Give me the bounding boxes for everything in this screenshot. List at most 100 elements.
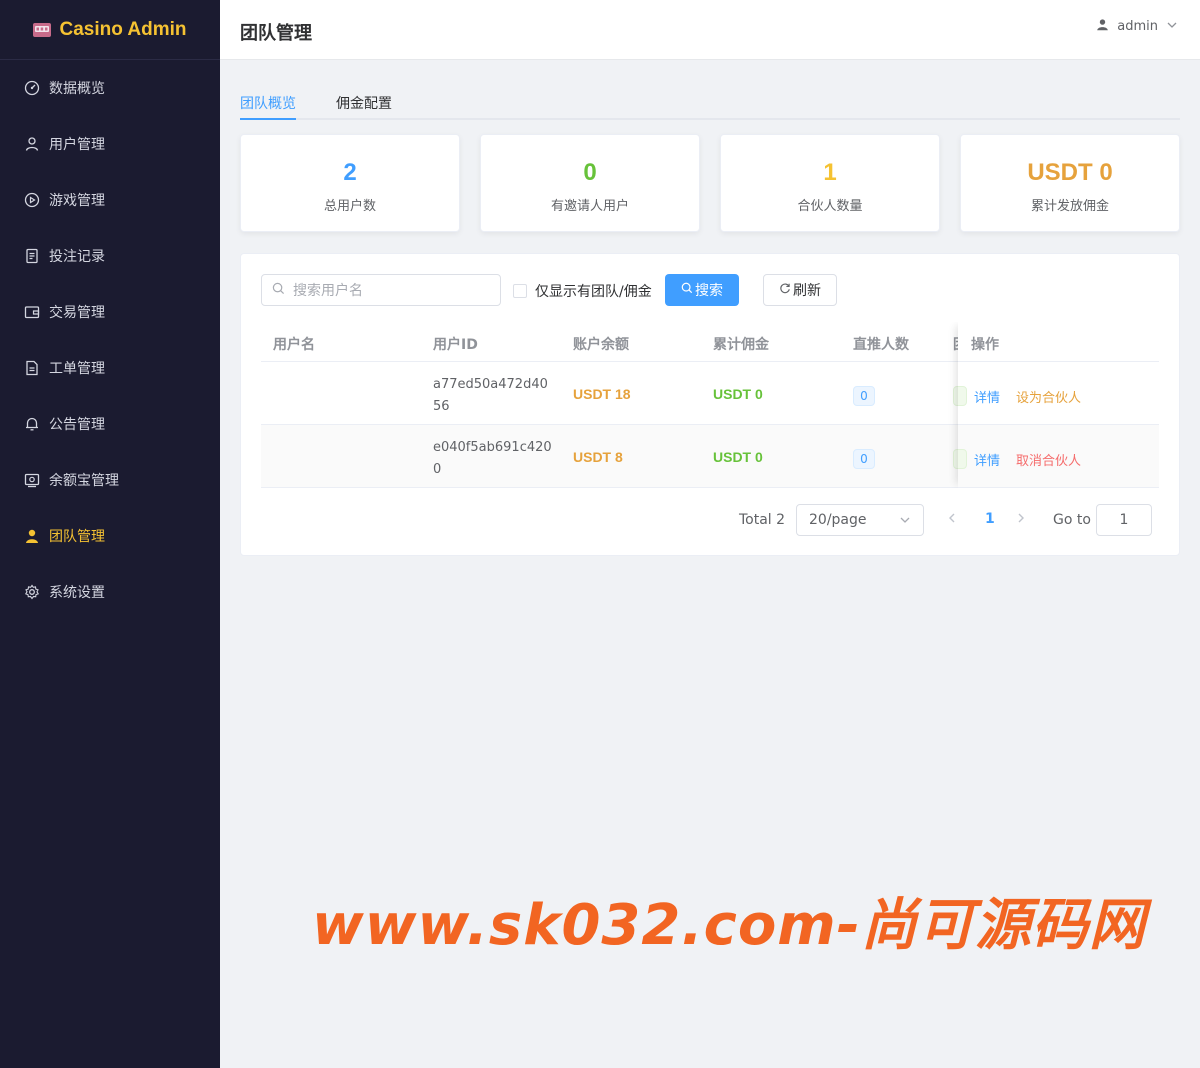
sidebar-item-label: 游戏管理 xyxy=(49,193,105,209)
direct-count-tag: 0 xyxy=(853,449,875,469)
bell-icon xyxy=(24,416,40,432)
sidebar-item-bets[interactable]: 投注记录 xyxy=(0,228,220,284)
ticket-icon xyxy=(24,360,40,376)
team-icon xyxy=(24,528,40,544)
prev-page-button[interactable] xyxy=(947,512,957,528)
actions-fixed-column: 操作 详情 设为合伙人 详情 取消合伙人 xyxy=(958,322,1159,488)
team-only-checkbox[interactable]: 仅显示有团队/佣金 xyxy=(513,281,652,301)
tab-commission-config[interactable]: 佣金配置 xyxy=(336,93,392,113)
dashboard-icon xyxy=(24,80,40,96)
team-table: 用户名 用户ID 账户余额 累计佣金 直推人数 团队人数 a77ed50a472… xyxy=(261,322,1159,488)
sidebar-item-vault[interactable]: 余额宝管理 xyxy=(0,452,220,508)
cell-direct-referrals: 0 xyxy=(853,449,875,469)
sidebar-item-users[interactable]: 用户管理 xyxy=(0,116,220,172)
stat-label: 总用户数 xyxy=(323,199,376,214)
sidebar-item-label: 余额宝管理 xyxy=(49,473,119,489)
set-partner-link[interactable]: 设为合伙人 xyxy=(1016,387,1081,406)
sidebar-item-dashboard[interactable]: 数据概览 xyxy=(0,60,220,116)
sidebar-item-transactions[interactable]: 交易管理 xyxy=(0,284,220,340)
goto-label: Go to xyxy=(1053,512,1091,528)
page-title: 团队管理 xyxy=(240,23,312,44)
col-user-id: 用户ID xyxy=(433,337,478,353)
cell-commission: USDT 0 xyxy=(713,449,763,465)
stats-row: 2 总用户数 0 有邀请人用户 1 合伙人数量 USDT 0 累计发放佣金 xyxy=(240,134,1180,232)
checkbox-box[interactable] xyxy=(513,284,527,298)
sidebar-item-label: 用户管理 xyxy=(49,137,105,153)
col-actions: 操作 xyxy=(971,337,999,353)
document-icon xyxy=(24,248,40,264)
stat-card-total-users: 2 总用户数 xyxy=(240,134,460,232)
refresh-button-label: 刷新 xyxy=(793,283,821,299)
sidebar-item-label: 数据概览 xyxy=(49,81,105,97)
slot-machine-icon xyxy=(33,22,52,37)
col-direct-referrals: 直推人数 xyxy=(853,337,909,353)
sidebar-item-announcements[interactable]: 公告管理 xyxy=(0,396,220,452)
stat-value: USDT 0 xyxy=(1027,159,1113,186)
cell-balance: USDT 18 xyxy=(573,386,631,402)
search-placeholder: 搜索用户名 xyxy=(293,283,363,299)
stat-value: 2 xyxy=(343,159,357,186)
gear-icon xyxy=(24,584,40,600)
wallet-icon xyxy=(24,304,40,320)
stat-card-partners: 1 合伙人数量 xyxy=(720,134,940,232)
cell-user-id: a77ed50a472d4056 xyxy=(433,377,548,414)
cell-balance: USDT 8 xyxy=(573,449,623,465)
cell-direct-referrals: 0 xyxy=(853,386,875,406)
page-number-current[interactable]: 1 xyxy=(985,511,995,527)
cancel-partner-link[interactable]: 取消合伙人 xyxy=(1016,450,1081,469)
search-icon xyxy=(272,282,285,299)
page-size-value: 20/page xyxy=(809,512,867,528)
col-balance: 账户余额 xyxy=(573,337,629,353)
refresh-button[interactable]: 刷新 xyxy=(763,274,837,306)
search-button[interactable]: 搜索 xyxy=(665,274,739,306)
sidebar-item-settings[interactable]: 系统设置 xyxy=(0,564,220,620)
user-menu[interactable]: admin xyxy=(1096,18,1178,35)
search-icon xyxy=(681,282,693,298)
page-size-select[interactable]: 20/page xyxy=(796,504,924,536)
cell-user-id: e040f5ab691c4200 xyxy=(433,440,552,477)
search-button-label: 搜索 xyxy=(695,283,723,299)
top-header: 团队管理 admin xyxy=(220,0,1200,60)
tab-team-overview[interactable]: 团队概览 xyxy=(240,93,296,113)
cell-commission: USDT 0 xyxy=(713,386,763,402)
main-content: 团队概览 佣金配置 2 总用户数 0 有邀请人用户 1 合伙人数量 USDT 0… xyxy=(240,60,1180,556)
team-table-panel: 搜索用户名 仅显示有团队/佣金 搜索 刷新 用户名 用户ID 账户余额 累计佣金… xyxy=(240,253,1180,556)
direct-count-tag: 0 xyxy=(853,386,875,406)
brand[interactable]: Casino Admin xyxy=(0,0,220,60)
col-username: 用户名 xyxy=(273,337,315,353)
col-commission: 累计佣金 xyxy=(713,337,769,353)
stat-label: 有邀请人用户 xyxy=(550,199,629,214)
watermark: www.sk032.com-尚可源码网 xyxy=(312,893,1146,958)
sidebar-item-label: 投注记录 xyxy=(49,249,105,265)
refresh-icon xyxy=(779,282,791,298)
goto-page-input[interactable]: 1 xyxy=(1096,504,1152,536)
stat-value: 1 xyxy=(823,159,837,186)
stat-card-commission-paid: USDT 0 累计发放佣金 xyxy=(960,134,1180,232)
user-icon xyxy=(24,136,40,152)
detail-link[interactable]: 详情 xyxy=(974,450,1000,469)
detail-link[interactable]: 详情 xyxy=(974,387,1000,406)
chevron-down-icon xyxy=(899,514,911,530)
username: admin xyxy=(1117,19,1158,34)
pagination: Total 2 20/page 1 Go to 1 xyxy=(241,504,1181,536)
sidebar-item-label: 系统设置 xyxy=(49,585,105,601)
chevron-down-icon xyxy=(1166,19,1178,35)
sidebar-item-label: 工单管理 xyxy=(49,361,105,377)
tab-active-indicator xyxy=(240,118,296,120)
sidebar-item-label: 团队管理 xyxy=(49,529,105,545)
sidebar-item-team[interactable]: 团队管理 xyxy=(0,508,220,564)
sidebar-item-label: 公告管理 xyxy=(49,417,105,433)
stat-label: 合伙人数量 xyxy=(797,199,863,214)
user-icon xyxy=(1096,18,1109,35)
sidebar-item-games[interactable]: 游戏管理 xyxy=(0,172,220,228)
vault-icon xyxy=(24,472,40,488)
sidebar-item-tickets[interactable]: 工单管理 xyxy=(0,340,220,396)
play-icon xyxy=(24,192,40,208)
brand-title: Casino Admin xyxy=(59,18,187,40)
stat-card-invited-users: 0 有邀请人用户 xyxy=(480,134,700,232)
next-page-button[interactable] xyxy=(1016,512,1026,528)
search-input[interactable]: 搜索用户名 xyxy=(261,274,501,306)
tabs: 团队概览 佣金配置 xyxy=(240,60,1180,120)
sidebar: Casino Admin 数据概览 用户管理 游戏管理 投注记录 交易管理 工单… xyxy=(0,0,220,1068)
sidebar-item-label: 交易管理 xyxy=(49,305,105,321)
